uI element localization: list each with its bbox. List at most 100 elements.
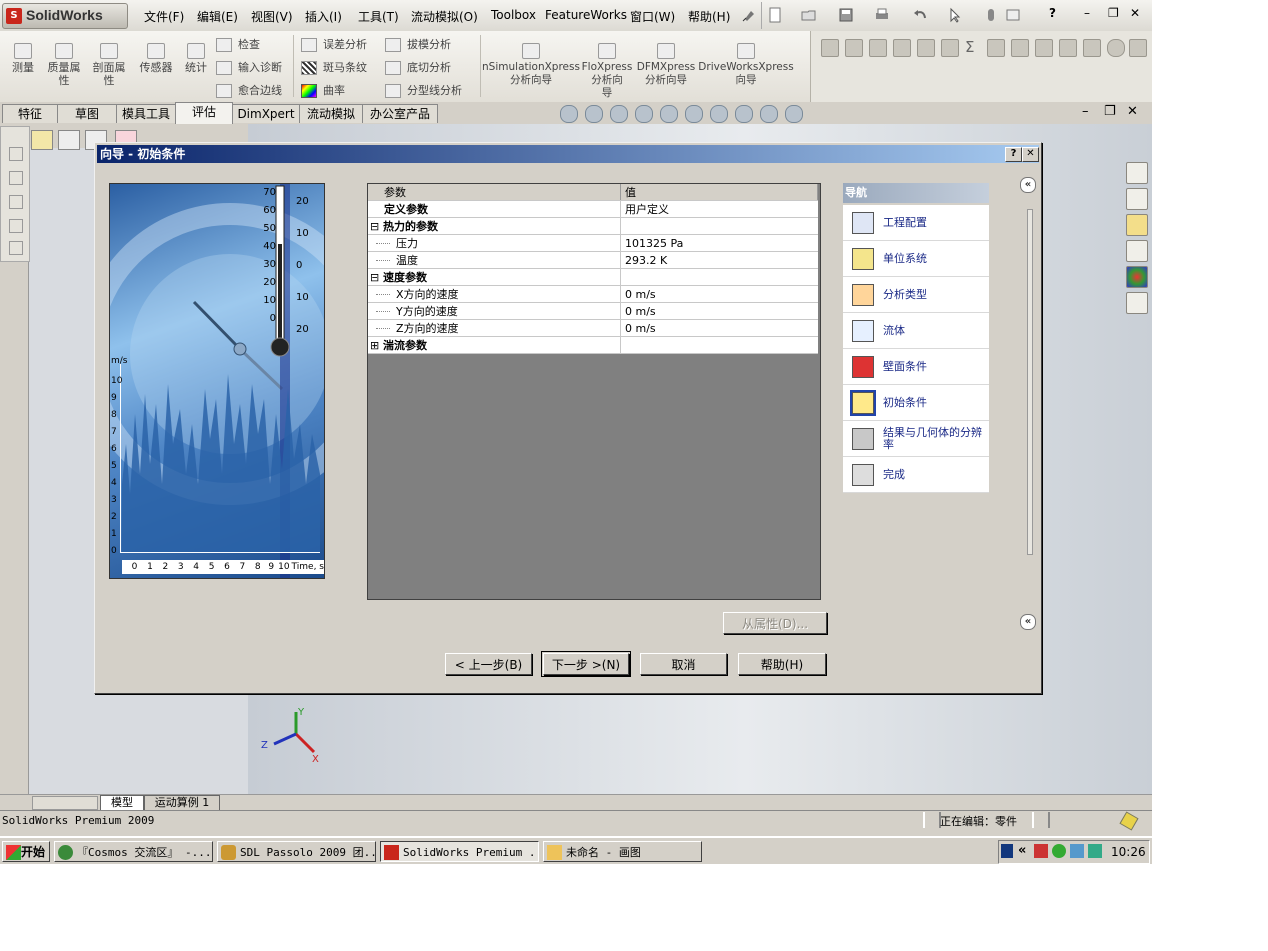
zebra-stripes-button[interactable]: 斑马条纹 bbox=[301, 59, 367, 75]
grid-row-value[interactable]: 用户定义 bbox=[620, 200, 818, 218]
nav-item[interactable]: 工程配置 bbox=[843, 205, 989, 241]
new-document-icon[interactable] bbox=[767, 7, 783, 23]
grid-row-value[interactable]: 0 m/s bbox=[620, 302, 818, 320]
mass-properties-button[interactable]: 质量属 性 bbox=[44, 43, 84, 87]
featuremanager-tab-icon[interactable] bbox=[31, 130, 53, 150]
rebuild-icon[interactable] bbox=[983, 7, 999, 23]
previous-view-icon[interactable] bbox=[610, 105, 628, 123]
tab-mold-tools[interactable]: 模具工具 bbox=[116, 104, 176, 123]
input-method-icon[interactable] bbox=[1001, 844, 1013, 858]
tab-motion-study[interactable]: 运动算例 1 bbox=[144, 795, 220, 811]
grid-row-value[interactable]: 101325 Pa bbox=[620, 234, 818, 252]
tree-expander-icon[interactable]: ⊟ bbox=[370, 272, 383, 283]
nav-item[interactable]: 壁面条件 bbox=[843, 349, 989, 385]
design-library-icon[interactable] bbox=[1126, 188, 1148, 210]
tree-expander-icon[interactable]: ⊞ bbox=[370, 340, 383, 351]
curvature-button[interactable]: 曲率 bbox=[301, 82, 345, 98]
from-properties-button[interactable]: 从属性(D)... bbox=[723, 612, 827, 634]
edit-appearance-icon[interactable] bbox=[735, 105, 753, 123]
axis-tool-icon[interactable] bbox=[9, 195, 23, 209]
start-button[interactable]: 开始 bbox=[2, 841, 50, 862]
dialog-close-button[interactable]: ✕ bbox=[1022, 147, 1039, 162]
navigator-scrollbar[interactable] bbox=[1027, 209, 1033, 555]
tab-scroll-arrows-icon[interactable] bbox=[32, 796, 98, 810]
propertymanager-tab-icon[interactable] bbox=[58, 130, 80, 150]
nav-item[interactable]: 单位系统 bbox=[843, 241, 989, 277]
dialog-help-button[interactable]: ? bbox=[1005, 147, 1022, 162]
measure-button[interactable]: 测量 bbox=[6, 43, 40, 74]
line-tool-icon[interactable] bbox=[9, 171, 23, 185]
next-button[interactable]: 下一步 >(N) bbox=[541, 651, 631, 677]
statistics-button[interactable]: 统计 bbox=[182, 43, 210, 74]
file-explorer-icon[interactable] bbox=[1126, 214, 1148, 236]
menu-view[interactable]: 视图(V) bbox=[251, 8, 293, 25]
curvature-small-icon[interactable] bbox=[1035, 39, 1053, 57]
nav-item[interactable]: 结果与几何体的分辨率 bbox=[843, 421, 989, 457]
tray-display-icon[interactable] bbox=[1070, 844, 1084, 858]
deviation-analysis-button[interactable]: 误差分析 bbox=[301, 36, 367, 52]
tray-expand-icon[interactable]: « bbox=[1018, 843, 1026, 858]
grid-row[interactable]: 定义参数 用户定义 bbox=[368, 200, 818, 218]
menu-insert[interactable]: 插入(I) bbox=[305, 8, 342, 25]
sum-icon[interactable]: Σ bbox=[965, 38, 974, 56]
window-minimize-icon[interactable]: – bbox=[1084, 6, 1090, 20]
taskbar-passolo[interactable]: SDL Passolo 2009 团... bbox=[217, 841, 376, 862]
section-view-icon[interactable] bbox=[635, 105, 653, 123]
grid-row-value[interactable] bbox=[620, 336, 818, 354]
deviation-small-icon[interactable] bbox=[987, 39, 1005, 57]
grid-row[interactable]: Y方向的速度 0 m/s bbox=[368, 302, 818, 320]
grid-row-parameter[interactable]: 定义参数 bbox=[368, 200, 621, 218]
grid-row-value[interactable]: 293.2 K bbox=[620, 251, 818, 269]
solidworks-logo[interactable]: S SolidWorks bbox=[2, 3, 128, 29]
appearances-icon[interactable] bbox=[1126, 266, 1148, 288]
undercut-analysis-button[interactable]: 底切分析 bbox=[385, 59, 451, 75]
copy-small-icon[interactable] bbox=[1129, 39, 1147, 57]
sketch-tool-icon[interactable] bbox=[9, 147, 23, 161]
tab-office-products[interactable]: 办公室产品 bbox=[362, 104, 438, 123]
menu-toolbox[interactable]: Toolbox bbox=[491, 8, 536, 22]
view-palette-icon[interactable] bbox=[1126, 240, 1148, 262]
grid-row-value[interactable] bbox=[620, 217, 818, 235]
sensor-button[interactable]: 传感器 bbox=[136, 43, 176, 74]
grid-row-value[interactable] bbox=[620, 268, 818, 286]
menu-tools[interactable]: 工具(T) bbox=[358, 8, 399, 25]
tab-flow-simulation[interactable]: 流动模拟 bbox=[299, 104, 363, 123]
apply-scene-icon[interactable] bbox=[760, 105, 778, 123]
undercut-small-icon[interactable] bbox=[1083, 39, 1101, 57]
display-style-icon[interactable] bbox=[685, 105, 703, 123]
pin-icon[interactable] bbox=[741, 7, 757, 23]
help-question-icon[interactable]: ? bbox=[1049, 6, 1056, 20]
grid-row[interactable]: 温度 293.2 K bbox=[368, 251, 818, 269]
help-button[interactable]: 帮助(H) bbox=[738, 653, 826, 675]
tab-evaluate[interactable]: 评估 bbox=[175, 102, 233, 124]
grid-row-parameter[interactable]: ⊟ 速度参数 bbox=[368, 268, 621, 286]
view-settings-icon[interactable] bbox=[785, 105, 803, 123]
doc-close-icon[interactable]: ✕ bbox=[1127, 104, 1138, 119]
nav-item[interactable]: 完成 bbox=[843, 457, 989, 493]
view-orientation-icon[interactable] bbox=[660, 105, 678, 123]
collapse-navigator-button[interactable]: « bbox=[1020, 177, 1036, 193]
select-arrow-icon[interactable] bbox=[947, 7, 963, 23]
heal-edges-button[interactable]: 愈合边线 bbox=[216, 82, 282, 98]
collapse-info-button[interactable]: « bbox=[1020, 614, 1036, 630]
save-icon[interactable] bbox=[838, 7, 854, 23]
hide-show-icon[interactable] bbox=[710, 105, 728, 123]
spell-check-icon[interactable] bbox=[821, 39, 839, 57]
grid-row[interactable]: ⊟ 速度参数 bbox=[368, 268, 818, 286]
header-parameter[interactable]: 参数 bbox=[368, 184, 621, 201]
check-button[interactable]: 检查 bbox=[216, 36, 260, 52]
section-small-icon[interactable] bbox=[893, 39, 911, 57]
checkmark-small-icon[interactable] bbox=[1107, 39, 1125, 57]
grid-row[interactable]: ⊞ 湍流参数 bbox=[368, 336, 818, 354]
grid-row-parameter[interactable]: ⊞ 湍流参数 bbox=[368, 336, 621, 354]
tab-features[interactable]: 特征 bbox=[2, 104, 58, 123]
rebuild-status-icon[interactable] bbox=[1119, 811, 1139, 831]
section-properties-button[interactable]: 剖面属 性 bbox=[89, 43, 129, 87]
menu-window[interactable]: 窗口(W) bbox=[630, 8, 675, 25]
options-icon[interactable] bbox=[1005, 7, 1021, 23]
undo-icon[interactable] bbox=[912, 7, 928, 23]
tree-expander-icon[interactable]: ⊟ bbox=[370, 221, 383, 232]
draft-small-icon[interactable] bbox=[1059, 39, 1077, 57]
print-icon[interactable] bbox=[874, 7, 890, 23]
taskbar-paint[interactable]: 未命名 - 画图 bbox=[543, 841, 702, 862]
